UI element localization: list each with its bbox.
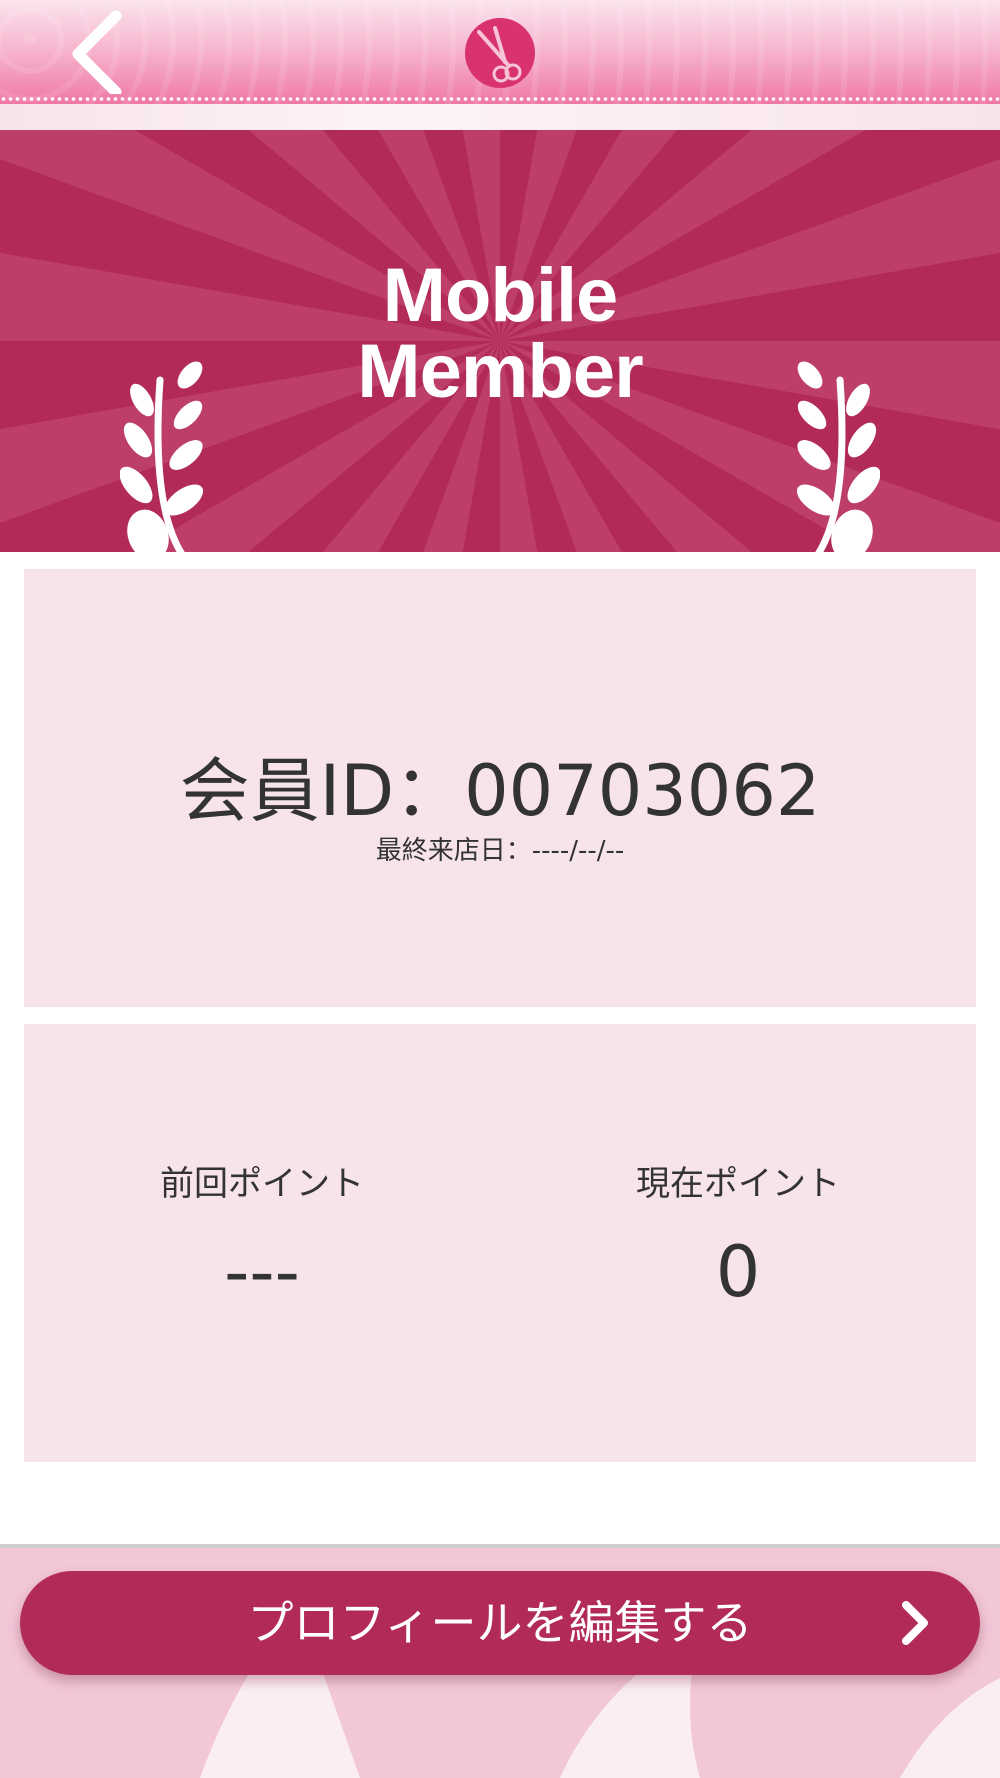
current-points: 現在ポイント 0 <box>500 1164 976 1312</box>
header-strip <box>0 104 1000 130</box>
edit-profile-button[interactable]: プロフィールを編集する <box>20 1571 980 1675</box>
chevron-right-icon <box>902 1601 928 1645</box>
laurel-icon <box>796 361 880 552</box>
app-header <box>0 0 1000 104</box>
last-visit-date: 最終来店日：----/--/-- <box>375 836 625 866</box>
scissors-icon <box>477 26 522 83</box>
previous-points: 前回ポイント --- <box>24 1164 500 1312</box>
salon-logo <box>465 18 535 88</box>
member-content: 会員ID：00703062 最終来店日：----/--/-- 前回ポイント --… <box>0 552 1000 1548</box>
header-dotted-border <box>0 96 1000 102</box>
footer-bar: プロフィールを編集する <box>0 1548 1000 1778</box>
chevron-left-icon <box>72 10 122 98</box>
previous-points-value: --- <box>224 1231 300 1313</box>
current-points-value: 0 <box>715 1231 761 1313</box>
back-button[interactable] <box>62 10 142 98</box>
hero-title-line1: Mobile <box>382 253 619 338</box>
points-card: 前回ポイント --- 現在ポイント 0 <box>24 1024 976 1462</box>
edit-profile-label: プロフィールを編集する <box>247 1596 753 1650</box>
member-info-card: 会員ID：00703062 最終来店日：----/--/-- <box>24 569 976 1007</box>
previous-points-label: 前回ポイント <box>160 1164 364 1204</box>
mobile-member-banner: Mobile Member <box>0 130 1000 552</box>
member-id: 会員ID：00703062 <box>179 750 821 832</box>
current-points-label: 現在ポイント <box>636 1164 840 1204</box>
